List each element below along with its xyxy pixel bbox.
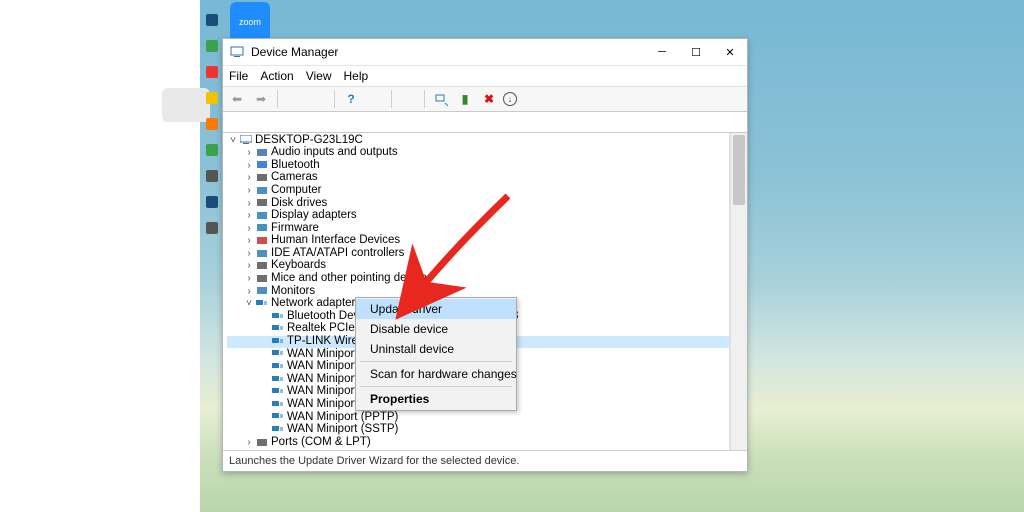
tree-item[interactable]: ›Firmware (227, 222, 729, 235)
toolbar: ⬅ ➡ ? ▮ ✖ ↓ (223, 86, 747, 112)
nav-forward-icon[interactable]: ➡ (251, 89, 271, 109)
taskbar-app2[interactable] (206, 40, 218, 52)
tree-item[interactable]: ›Human Interface Devices (227, 235, 729, 248)
window-title: Device Manager (251, 45, 338, 59)
menu-file[interactable]: File (229, 66, 248, 86)
tree-item[interactable]: ›IDE ATA/ATAPI controllers (227, 247, 729, 260)
titlebar[interactable]: Device Manager ─ ☐ ✕ (223, 39, 747, 66)
monitor2-icon[interactable] (398, 89, 418, 109)
tree-label: IDE ATA/ATAPI controllers (271, 248, 404, 260)
menu-action[interactable]: Action (260, 66, 293, 86)
nav-back-icon[interactable]: ⬅ (227, 89, 247, 109)
status-bar: Launches the Update Driver Wizard for th… (223, 450, 747, 471)
tree-item[interactable]: ›Keyboards (227, 260, 729, 273)
ctx-disable-device[interactable]: Disable device (356, 319, 516, 339)
tree-label: Firmware (271, 223, 319, 235)
tree-item[interactable]: WAN Miniport (SSTP) (227, 424, 729, 437)
taskbar (204, 0, 220, 480)
taskbar-app9[interactable] (206, 222, 218, 234)
tree-label: Disk drives (271, 198, 327, 210)
taskbar-app4[interactable] (206, 92, 218, 104)
scroll-thumb[interactable] (733, 135, 745, 205)
tree-item[interactable]: ›Mice and other pointing devices (227, 273, 729, 286)
taskbar-app5[interactable] (206, 118, 218, 130)
taskbar-app1[interactable] (206, 14, 218, 26)
tree-label: Display adapters (271, 210, 357, 222)
tree-item[interactable]: ›Cameras (227, 172, 729, 185)
tree-item[interactable]: WAN Miniport (PPTP) (227, 411, 729, 424)
tree-label: Network adapters (271, 298, 361, 310)
taskbar-app8[interactable] (206, 196, 218, 208)
taskbar-app3[interactable] (206, 66, 218, 78)
tree-label: DESKTOP-G23L19C (255, 135, 363, 147)
help-icon[interactable]: ? (341, 89, 361, 109)
maximize-button[interactable]: ☐ (679, 39, 713, 65)
tree-item[interactable]: ˅DESKTOP-G23L19C (227, 134, 729, 147)
ctx-scan-hardware[interactable]: Scan for hardware changes (356, 364, 516, 384)
tree-label: Human Interface Devices (271, 235, 400, 247)
tree-item[interactable]: ›Computer (227, 184, 729, 197)
tree-item[interactable]: ›Disk drives (227, 197, 729, 210)
taskbar-app7[interactable] (206, 170, 218, 182)
ctx-uninstall-device[interactable]: Uninstall device (356, 339, 516, 359)
tree-label: WAN Miniport (SSTP) (287, 424, 398, 436)
close-button[interactable]: ✕ (713, 39, 747, 65)
show-hidden-icon[interactable] (284, 89, 304, 109)
menubar: File Action View Help (223, 66, 747, 86)
tree-label: Audio inputs and outputs (271, 147, 398, 159)
taskbar-app6[interactable] (206, 144, 218, 156)
remove-icon[interactable]: ✖ (479, 89, 499, 109)
minimize-button[interactable]: ─ (645, 39, 679, 65)
scan-hardware-icon[interactable] (431, 89, 451, 109)
show-hidden-alt-icon[interactable] (308, 89, 328, 109)
tree-label: Computer (271, 185, 322, 197)
tree-label: Ports (COM & LPT) (271, 437, 371, 449)
address-strip (223, 112, 747, 133)
tree-label: Cameras (271, 172, 318, 184)
tree-label: Monitors (271, 286, 315, 298)
tree-item[interactable]: ›Monitors (227, 285, 729, 298)
tree-item[interactable]: ›Display adapters (227, 210, 729, 223)
ctx-properties[interactable]: Properties (356, 389, 516, 409)
ctx-update-driver[interactable]: Update driver (356, 299, 516, 319)
tree-label: Mice and other pointing devices (271, 273, 433, 285)
tree-label: WAN Miniport (PPTP) (287, 412, 398, 424)
tree-label: Keyboards (271, 260, 326, 272)
update-icon[interactable]: ↓ (503, 92, 517, 106)
zoom-app-icon[interactable]: zoom (230, 2, 270, 42)
tree-item[interactable]: ›Audio inputs and outputs (227, 147, 729, 160)
enable-icon[interactable]: ▮ (455, 89, 475, 109)
tree-item[interactable]: ›Bluetooth (227, 159, 729, 172)
background-thumbnail (162, 88, 210, 122)
scrollbar[interactable] (730, 133, 747, 450)
monitor-icon[interactable] (365, 89, 385, 109)
menu-help[interactable]: Help (344, 66, 369, 86)
app-icon (229, 44, 245, 60)
menu-view[interactable]: View (306, 66, 332, 86)
tree-item[interactable]: ›Ports (COM & LPT) (227, 436, 729, 449)
context-menu: Update driver Disable device Uninstall d… (355, 297, 517, 411)
tree-label: Bluetooth (271, 160, 320, 172)
